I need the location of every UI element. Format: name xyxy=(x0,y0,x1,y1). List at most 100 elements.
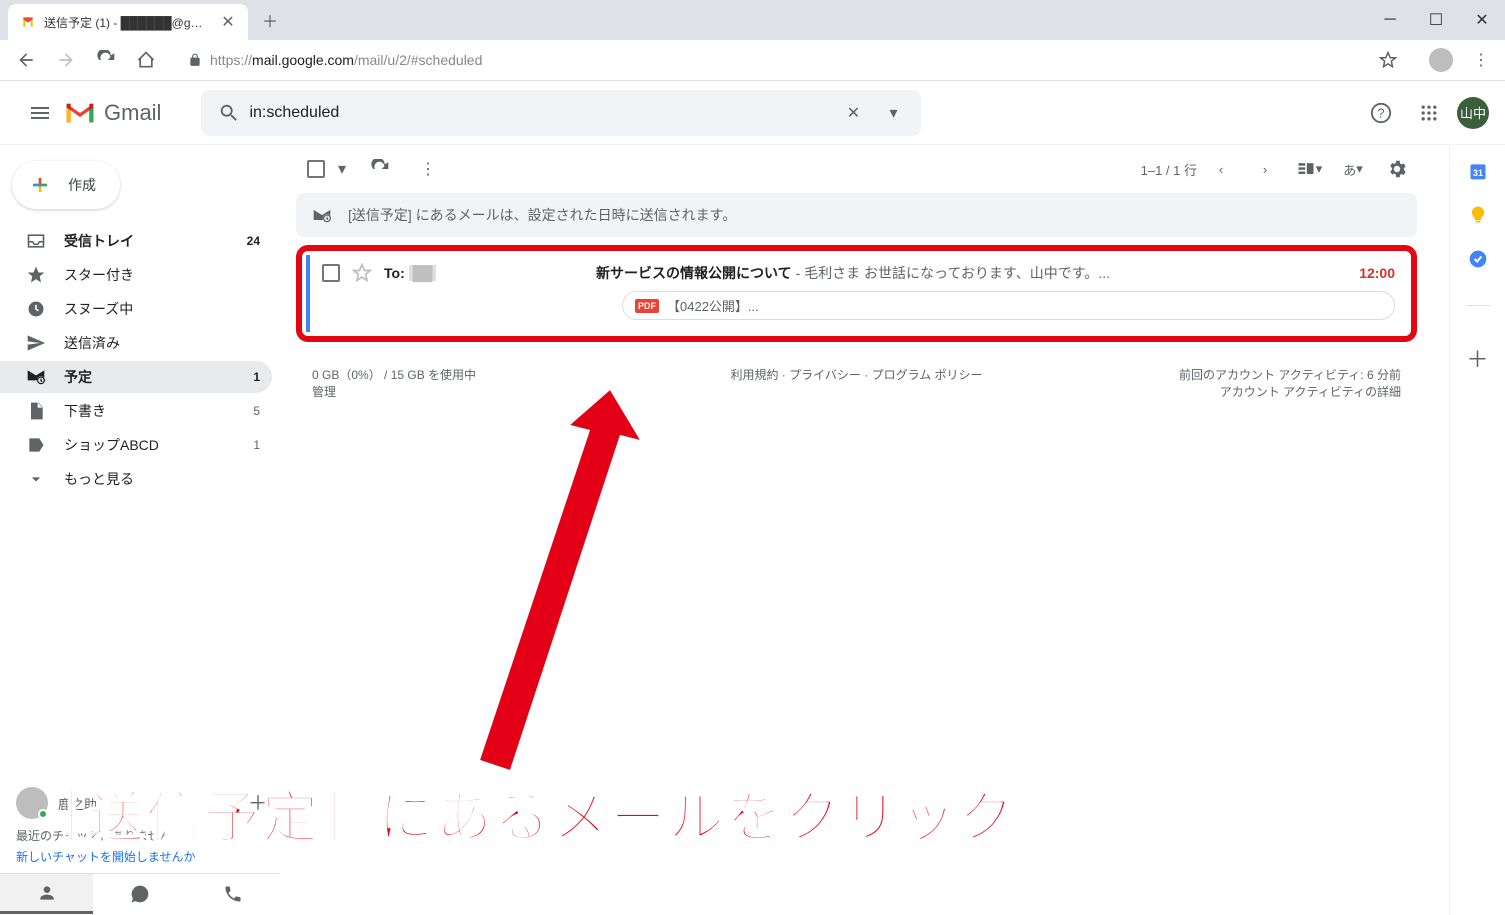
sidebar-item-clock[interactable]: スヌーズ中 xyxy=(0,293,272,325)
sidebar-item-draft[interactable]: 下書き 5 xyxy=(0,395,272,427)
settings-icon[interactable] xyxy=(1377,149,1417,189)
svg-text:?: ? xyxy=(1377,105,1384,120)
bookmark-star-icon[interactable] xyxy=(1379,51,1397,69)
svg-text:31: 31 xyxy=(1472,168,1482,178)
apps-icon[interactable] xyxy=(1409,93,1449,133)
tab-title: 送信予定 (1) - ██████@g… xyxy=(44,14,212,31)
nav-label: スター付き xyxy=(64,265,260,285)
tasks-icon[interactable] xyxy=(1468,249,1488,269)
hangouts-user[interactable]: 鹿之助 ▾ xyxy=(0,779,280,827)
account-avatar[interactable]: 山中 xyxy=(1457,97,1489,129)
footer: 0 GB（0%） / 15 GB を使用中 管理 利用規約 · プライバシー ·… xyxy=(280,342,1433,424)
next-page-button[interactable]: › xyxy=(1245,149,1285,189)
address-bar: https://mail.google.com/mail/u/2/#schedu… xyxy=(0,40,1505,80)
nav-label: 送信済み xyxy=(64,333,260,353)
storage-manage-link[interactable]: 管理 xyxy=(312,385,336,399)
select-dropdown-icon[interactable]: ▾ xyxy=(332,149,352,189)
email-checkbox[interactable] xyxy=(322,264,340,282)
sidebar-item-star[interactable]: スター付き xyxy=(0,259,272,291)
search-options-icon[interactable]: ▾ xyxy=(873,103,913,123)
home-button[interactable] xyxy=(128,42,164,78)
toolbar: ▾ ⋮ 1–1 / 1 行 ‹ › ▾ あ ▾ xyxy=(280,145,1433,193)
annotation-highlight-box: To: ██ 新サービスの情報公開について - 毛利さま お世話になっております… xyxy=(296,245,1417,342)
chrome-profile-icon[interactable] xyxy=(1429,48,1453,72)
search-icon[interactable] xyxy=(209,102,249,124)
search-bar: ✕ ▾ xyxy=(201,90,921,136)
activity-details-link[interactable]: アカウント アクティビティの詳細 xyxy=(1220,385,1401,399)
gmail-logo-icon xyxy=(64,101,96,125)
nav-label: もっと見る xyxy=(64,469,260,489)
email-attachment-chip[interactable]: PDF 【0422公開】... xyxy=(622,291,1395,320)
email-snippet: - 毛利さま お世話になっております、山中です。... xyxy=(796,263,1110,283)
nav-count: 5 xyxy=(253,404,260,418)
sidebar-item-expand[interactable]: もっと見る xyxy=(0,463,272,495)
content-area: ▾ ⋮ 1–1 / 1 行 ‹ › ▾ あ ▾ [送信予定] にあるメールは、設… xyxy=(280,145,1449,915)
back-button[interactable] xyxy=(8,42,44,78)
prev-page-button[interactable]: ‹ xyxy=(1201,149,1241,189)
storage-text: 0 GB（0%） / 15 GB を使用中 xyxy=(312,366,675,383)
compose-label: 作成 xyxy=(68,175,96,195)
compose-button[interactable]: 作成 xyxy=(12,161,120,209)
sidebar-item-inbox[interactable]: 受信トレイ 24 xyxy=(0,225,272,257)
attachment-name: 【0422公開】... xyxy=(667,296,759,315)
nav-label: 受信トレイ xyxy=(64,231,229,251)
url-bar[interactable]: https://mail.google.com/mail/u/2/#schedu… xyxy=(176,45,1409,75)
email-scheduled-time: 12:00 xyxy=(1359,265,1395,281)
hangouts-tab-chat[interactable] xyxy=(93,874,186,914)
nav-label: スヌーズ中 xyxy=(64,299,260,319)
minimize-button[interactable]: ─ xyxy=(1367,0,1413,40)
terms-link[interactable]: 利用規約 xyxy=(730,368,778,382)
search-clear-icon[interactable]: ✕ xyxy=(833,103,873,123)
online-status-icon xyxy=(38,809,48,819)
lock-icon xyxy=(188,53,202,67)
input-method-button[interactable]: あ ▾ xyxy=(1333,149,1373,189)
compose-plus-icon xyxy=(24,169,56,201)
sidebar-item-send[interactable]: 送信済み xyxy=(0,327,272,359)
window-controls: ─ ☐ ✕ xyxy=(1367,0,1505,40)
sidebar-item-scheduled[interactable]: 予定1 xyxy=(0,361,272,393)
privacy-link[interactable]: プライバシー xyxy=(789,368,861,382)
tab-close-icon[interactable]: ✕ xyxy=(220,14,236,30)
hangouts-tab-contacts[interactable] xyxy=(0,874,93,914)
nav-count: 24 xyxy=(247,234,260,248)
more-actions-icon[interactable]: ⋮ xyxy=(408,149,448,189)
select-all-checkbox[interactable] xyxy=(296,149,336,189)
support-icon[interactable]: ? xyxy=(1361,93,1401,133)
email-row[interactable]: To: ██ 新サービスの情報公開について - 毛利さま お世話になっております… xyxy=(306,255,1407,332)
chrome-menu-icon[interactable]: ⋮ xyxy=(1465,50,1497,70)
gmail-logo-text: Gmail xyxy=(104,100,161,126)
hangouts-tab-phone[interactable] xyxy=(187,874,280,914)
nav-label: ショップABCD xyxy=(64,435,235,455)
email-recipient: To: ██ xyxy=(384,265,584,281)
nav-label: 下書き xyxy=(64,401,235,421)
hangouts-avatar xyxy=(16,787,48,819)
nav-label: 予定 xyxy=(64,367,235,387)
star-icon[interactable] xyxy=(352,263,372,283)
gmail-logo[interactable]: Gmail xyxy=(64,100,161,126)
right-sidebar: 31 ＋ xyxy=(1449,145,1505,915)
main-menu-icon[interactable] xyxy=(16,89,64,137)
policy-link[interactable]: プログラム ポリシー xyxy=(872,368,983,382)
gmail-favicon-icon xyxy=(20,14,36,30)
tab-bar: 送信予定 (1) - ██████@g… ✕ ＋ ─ ☐ ✕ xyxy=(0,0,1505,40)
page-count: 1–1 / 1 行 xyxy=(1141,160,1197,179)
browser-tab[interactable]: 送信予定 (1) - ██████@g… ✕ xyxy=(8,4,248,40)
sidebar-item-label[interactable]: ショップABCD 1 xyxy=(0,429,272,461)
maximize-button[interactable]: ☐ xyxy=(1413,0,1459,40)
search-input[interactable] xyxy=(249,104,833,122)
calendar-icon[interactable]: 31 xyxy=(1468,161,1488,181)
email-subject: 新サービスの情報公開について xyxy=(596,263,792,283)
close-window-button[interactable]: ✕ xyxy=(1459,0,1505,40)
hangouts-start-link[interactable]: 新しいチャットを開始しませんか xyxy=(0,848,280,873)
split-pane-icon[interactable]: ▾ xyxy=(1289,149,1329,189)
keep-icon[interactable] xyxy=(1468,205,1488,225)
url-text: https://mail.google.com/mail/u/2/#schedu… xyxy=(210,52,1371,68)
reload-button[interactable] xyxy=(88,42,124,78)
hangouts-new-chat-icon[interactable]: ＋ xyxy=(248,787,268,816)
banner-text: [送信予定] にあるメールは、設定された日時に送信されます。 xyxy=(348,205,736,225)
new-tab-button[interactable]: ＋ xyxy=(256,6,284,34)
add-sidebar-app-icon[interactable]: ＋ xyxy=(1466,342,1488,374)
nav-count: 1 xyxy=(253,438,260,452)
refresh-button[interactable] xyxy=(360,149,400,189)
forward-button[interactable] xyxy=(48,42,84,78)
